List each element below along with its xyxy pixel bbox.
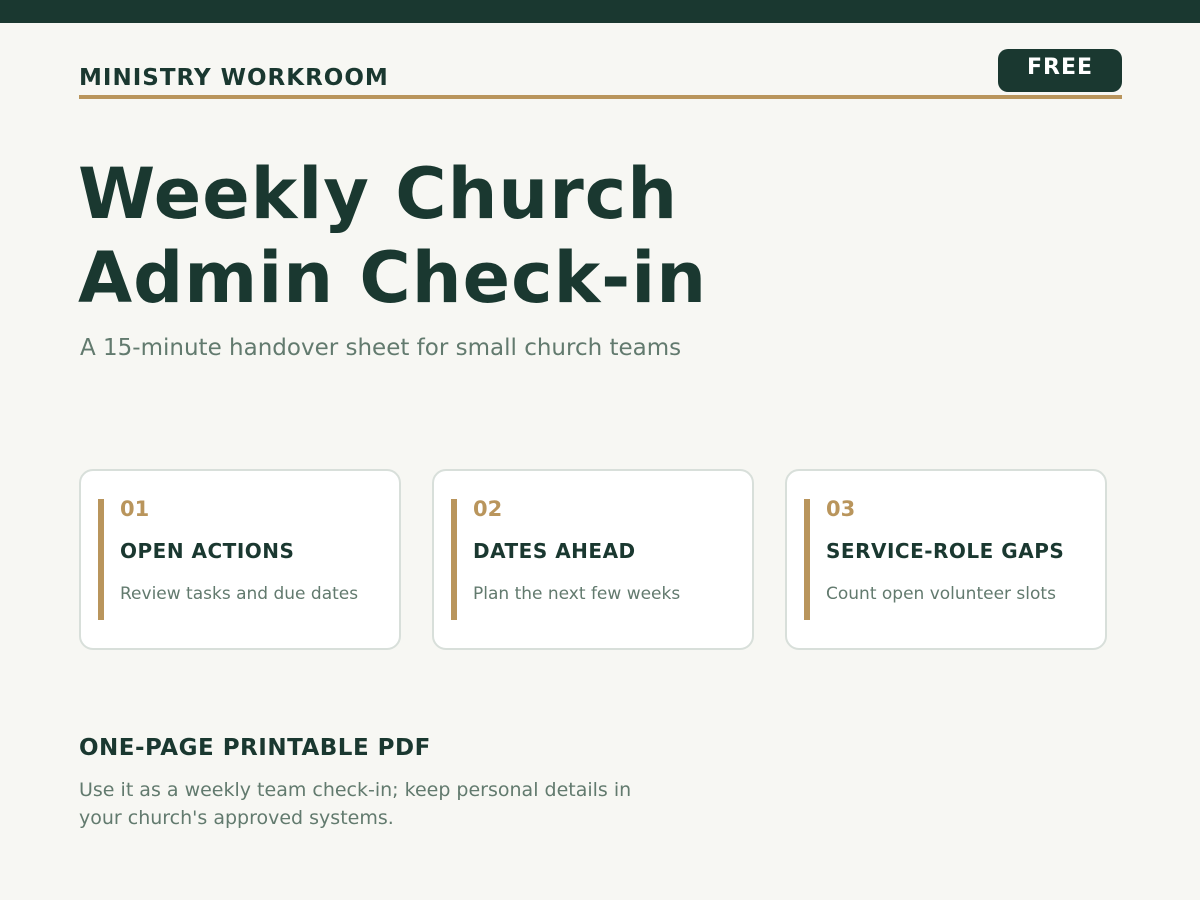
- page-title: Weekly Church Admin Check-in: [78, 152, 707, 320]
- card-description: Count open volunteer slots: [826, 584, 1056, 604]
- card-accent-bar: [451, 499, 457, 620]
- card-description: Plan the next few weeks: [473, 584, 681, 604]
- card-description: Review tasks and due dates: [120, 584, 359, 604]
- free-badge: FREE: [998, 49, 1122, 92]
- card-number: 03: [826, 497, 856, 521]
- card-dates-ahead: 02 DATES AHEAD Plan the next few weeks: [432, 469, 754, 650]
- page-subtitle: A 15-minute handover sheet for small chu…: [80, 335, 682, 361]
- header-divider: [79, 95, 1122, 99]
- card-title: OPEN ACTIONS: [120, 539, 295, 563]
- page-title-line-2: Admin Check-in: [78, 237, 708, 319]
- card-service-role-gaps: 03 SERVICE-ROLE GAPS Count open voluntee…: [785, 469, 1107, 650]
- footer-text: Use it as a weekly team check-in; keep p…: [79, 779, 632, 829]
- card-accent-bar: [804, 499, 810, 620]
- card-number: 02: [473, 497, 503, 521]
- footer-heading: ONE-PAGE PRINTABLE PDF: [79, 735, 431, 761]
- card-accent-bar: [98, 499, 104, 620]
- card-title: DATES AHEAD: [473, 539, 636, 563]
- card-title: SERVICE-ROLE GAPS: [826, 539, 1065, 563]
- page-title-line-1: Weekly Church: [78, 153, 679, 235]
- brand-name: MINISTRY WORKROOM: [79, 65, 389, 91]
- top-bar: [0, 0, 1200, 23]
- card-open-actions: 01 OPEN ACTIONS Review tasks and due dat…: [79, 469, 401, 650]
- card-number: 01: [120, 497, 150, 521]
